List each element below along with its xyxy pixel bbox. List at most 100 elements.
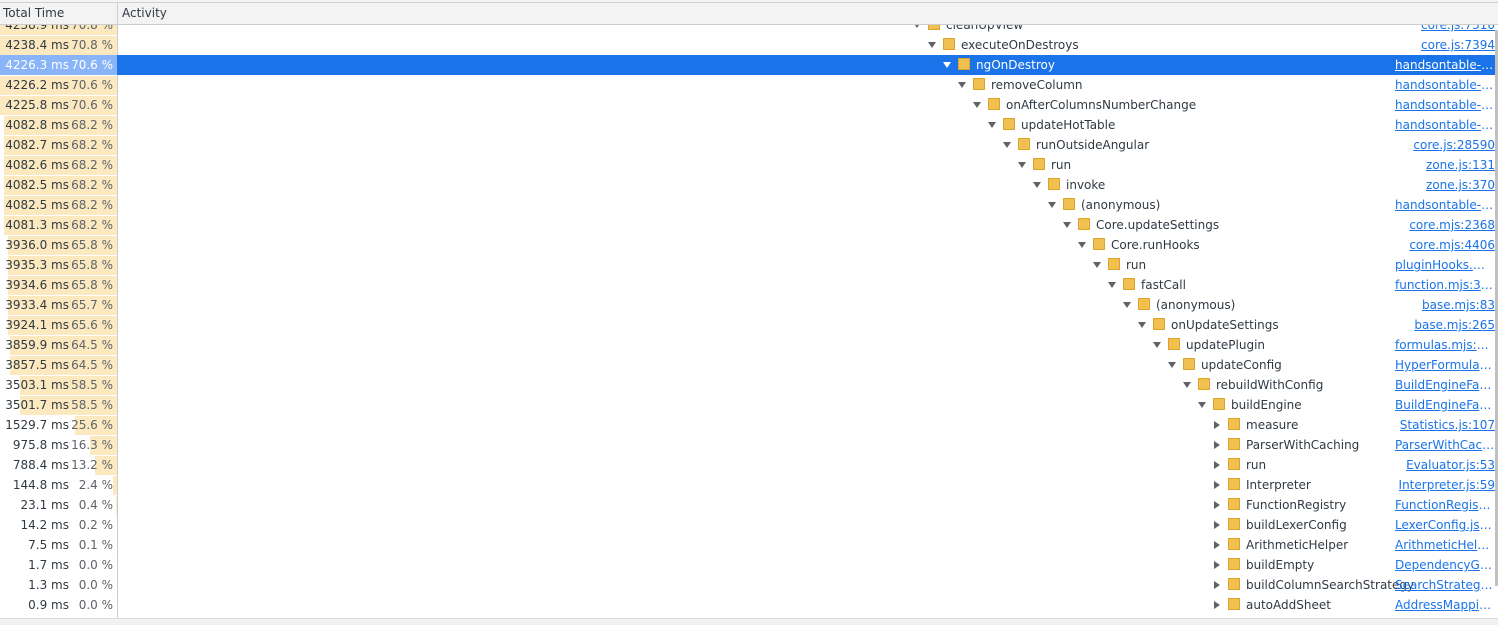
source-link[interactable]: base.mjs:83 <box>1422 295 1495 315</box>
source-link[interactable]: core.mjs:2368 <box>1409 215 1495 235</box>
tree-row[interactable]: 0.9 ms 0.0 % autoAddSheet AddressMapping.js… <box>0 595 1498 615</box>
call-tree[interactable]: 4238.9 ms 70.8 % cleanUpView core.js:7310 42… <box>0 25 1498 618</box>
tree-row[interactable]: 3933.4 ms 65.7 % (anonymous) base.mjs:83 <box>0 295 1498 315</box>
tree-row[interactable]: 3924.1 ms 65.6 % onUpdateSettings base.mjs:… <box>0 315 1498 335</box>
tree-row[interactable]: 4082.8 ms 68.2 % updateHotTable handsontabl… <box>0 115 1498 135</box>
tree-row[interactable]: 4238.4 ms 70.8 % executeOnDestroys core.js:… <box>0 35 1498 55</box>
collapsed-triangle-icon[interactable] <box>1214 541 1220 549</box>
expanded-triangle-icon[interactable] <box>1048 202 1056 208</box>
expanded-triangle-icon[interactable] <box>1078 242 1086 248</box>
expanded-triangle-icon[interactable] <box>913 25 921 28</box>
tree-row[interactable]: 4082.7 ms 68.2 % runOutsideAngular core.js:… <box>0 135 1498 155</box>
tree-row[interactable]: 4226.3 ms 70.6 % ngOnDestroy handsontable-a… <box>0 55 1498 75</box>
function-name: cleanUpView <box>946 25 1024 32</box>
source-link[interactable]: SearchStrategy.j... <box>1395 575 1495 595</box>
source-link[interactable]: zone.js:131 <box>1426 155 1495 175</box>
expanded-triangle-icon[interactable] <box>958 82 966 88</box>
source-link[interactable]: LexerConfig.js:184 <box>1395 515 1495 535</box>
source-link[interactable]: handsontable-angular.js:243 <box>1395 115 1495 135</box>
tree-row[interactable]: 14.2 ms 0.2 % buildLexerConfig LexerConfig.… <box>0 515 1498 535</box>
tree-row[interactable]: 23.1 ms 0.4 % FunctionRegistry FunctionRegi… <box>0 495 1498 515</box>
expanded-triangle-icon[interactable] <box>973 102 981 108</box>
tree-row[interactable]: 3859.9 ms 64.5 % updatePlugin formulas.mjs:… <box>0 335 1498 355</box>
scripting-category-icon <box>1033 158 1045 170</box>
source-link[interactable]: handsontable-angular.js:1848 <box>1395 55 1495 75</box>
source-link[interactable]: BuildEngineFactory.js:48 <box>1395 395 1495 415</box>
tree-row[interactable]: 4226.2 ms 70.6 % removeColumn handsontable-… <box>0 75 1498 95</box>
tree-row[interactable]: 1.3 ms 0.0 % buildColumnSearchStrategy Sear… <box>0 575 1498 595</box>
tree-row[interactable]: 3503.1 ms 58.5 % rebuildWithConfig BuildEng… <box>0 375 1498 395</box>
source-link[interactable]: Evaluator.js:53 <box>1406 455 1495 475</box>
tree-row[interactable]: 1529.7 ms 25.6 % measure Statistics.js:107 <box>0 415 1498 435</box>
tree-row[interactable]: 4081.3 ms 68.2 % Core.updateSettings core.m… <box>0 215 1498 235</box>
expanded-triangle-icon[interactable] <box>1123 302 1131 308</box>
expanded-triangle-icon[interactable] <box>1093 262 1101 268</box>
tree-row[interactable]: 3936.0 ms 65.8 % Core.runHooks core.mjs:440… <box>0 235 1498 255</box>
tree-row[interactable]: 3857.5 ms 64.5 % updateConfig HyperFormula.… <box>0 355 1498 375</box>
horizontal-scrollbar[interactable] <box>0 618 1498 625</box>
expanded-triangle-icon[interactable] <box>1153 342 1161 348</box>
source-link[interactable]: Statistics.js:107 <box>1400 415 1495 435</box>
tree-row[interactable]: 1.7 ms 0.0 % buildEmpty DependencyGraph.js:… <box>0 555 1498 575</box>
source-link[interactable]: BuildEngineFactory.js:146 <box>1395 375 1495 395</box>
expanded-triangle-icon[interactable] <box>943 62 951 68</box>
expanded-triangle-icon[interactable] <box>1018 162 1026 168</box>
scripting-category-icon <box>973 78 985 90</box>
source-link[interactable]: handsontable-angular.js:281 <box>1395 95 1495 115</box>
tree-row[interactable]: 7.5 ms 0.1 % ArithmeticHelper ArithmeticHel… <box>0 535 1498 555</box>
collapsed-triangle-icon[interactable] <box>1214 441 1220 449</box>
expanded-triangle-icon[interactable] <box>988 122 996 128</box>
collapsed-triangle-icon[interactable] <box>1214 601 1220 609</box>
source-link[interactable]: core.js:7310 <box>1421 25 1495 35</box>
collapsed-triangle-icon[interactable] <box>1214 421 1220 429</box>
source-link[interactable]: ArithmeticHelper.js:61 <box>1395 535 1495 555</box>
collapsed-triangle-icon[interactable] <box>1214 521 1220 529</box>
source-link[interactable]: handsontable-angular.js:307 <box>1395 75 1495 95</box>
expanded-triangle-icon[interactable] <box>1003 142 1011 148</box>
collapsed-triangle-icon[interactable] <box>1214 461 1220 469</box>
expanded-triangle-icon[interactable] <box>1138 322 1146 328</box>
source-link[interactable]: Interpreter.js:59 <box>1399 475 1495 495</box>
tree-row[interactable]: 3935.3 ms65.8 % run pluginHooks.mjs:2263 <box>0 255 1498 275</box>
tree-row[interactable]: 4225.8 ms 70.6 % onAfterColumnsNumberChang… <box>0 95 1498 115</box>
source-link[interactable]: base.mjs:265 <box>1414 315 1495 335</box>
expanded-triangle-icon[interactable] <box>1183 382 1191 388</box>
tree-row[interactable]: 4082.5 ms 68.2 % invoke zone.js:370 <box>0 175 1498 195</box>
source-link[interactable]: core.mjs:4406 <box>1409 235 1495 255</box>
expanded-triangle-icon[interactable] <box>1108 282 1116 288</box>
tree-row[interactable]: 144.8 ms 2.4 % Interpreter Interpreter.js:5… <box>0 475 1498 495</box>
expanded-triangle-icon[interactable] <box>1168 362 1176 368</box>
tree-row[interactable]: 788.4 ms 13.2 % run Evaluator.js:53 <box>0 455 1498 475</box>
expanded-triangle-icon[interactable] <box>928 42 936 48</box>
source-link[interactable]: FunctionRegistry.js:78 <box>1395 495 1495 515</box>
tree-row[interactable]: 3501.7 ms 58.5 % buildEngine BuildEngineFac… <box>0 395 1498 415</box>
source-link[interactable]: handsontable-angular.js:250 <box>1395 195 1495 215</box>
total-time-percent: 68.2 % <box>71 118 113 132</box>
source-link[interactable]: formulas.mjs:373 <box>1395 335 1495 355</box>
column-header-activity[interactable]: Activity <box>118 3 167 24</box>
source-link[interactable]: DependencyGraph.js:2229 <box>1395 555 1495 575</box>
tree-row[interactable]: 975.8 ms 16.3 % ParserWithCaching ParserWit… <box>0 435 1498 455</box>
source-link[interactable]: ParserWithCaching.js:55 <box>1395 435 1495 455</box>
expanded-triangle-icon[interactable] <box>1198 402 1206 408</box>
source-link[interactable]: core.js:7394 <box>1421 35 1495 55</box>
collapsed-triangle-icon[interactable] <box>1214 581 1220 589</box>
source-link[interactable]: zone.js:370 <box>1426 175 1495 195</box>
collapsed-triangle-icon[interactable] <box>1214 561 1220 569</box>
collapsed-triangle-icon[interactable] <box>1214 501 1220 509</box>
source-link[interactable]: function.mjs:322 <box>1395 275 1495 295</box>
column-header-total-time[interactable]: Total Time <box>0 3 117 24</box>
source-link[interactable]: AddressMapping.js:102 <box>1395 595 1495 615</box>
tree-row[interactable]: 3934.6 ms 65.8 % fastCall function.mjs:322 <box>0 275 1498 295</box>
tree-row[interactable]: 4082.5 ms 68.2 % (anonymous) handsontable-a… <box>0 195 1498 215</box>
total-time-percent: 70.8 % <box>71 25 113 32</box>
source-link[interactable]: pluginHooks.mjs:2263 <box>1395 255 1495 275</box>
expanded-triangle-icon[interactable] <box>1033 182 1041 188</box>
collapsed-triangle-icon[interactable] <box>1214 481 1220 489</box>
expanded-triangle-icon[interactable] <box>1063 222 1071 228</box>
source-link[interactable]: core.js:28590 <box>1413 135 1495 155</box>
tree-row[interactable]: 4238.9 ms 70.8 % cleanUpView core.js:7310 <box>0 25 1498 35</box>
tree-row[interactable]: 4082.6 ms 68.2 % run zone.js:131 <box>0 155 1498 175</box>
scripting-category-icon <box>1213 398 1225 410</box>
source-link[interactable]: HyperFormula.js:562 <box>1395 355 1495 375</box>
